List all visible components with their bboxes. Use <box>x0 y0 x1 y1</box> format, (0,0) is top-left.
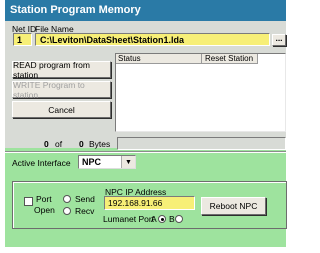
lumanet-port-a-radio[interactable] <box>158 215 166 223</box>
send-label: Send <box>75 194 95 204</box>
recv-label: Recv <box>75 206 95 216</box>
bytes-current: 0 <box>44 139 49 149</box>
chevron-down-icon[interactable]: ▼ <box>121 156 135 168</box>
transfer-progress-bar <box>117 137 286 150</box>
netid-field[interactable]: 1 <box>13 33 32 46</box>
bytes-unit-label: Bytes <box>89 139 111 149</box>
file-path-field[interactable]: C:\Leviton\DataSheet\Station1.lda <box>35 33 270 46</box>
section-divider <box>5 151 286 153</box>
recv-radio[interactable] <box>63 207 71 215</box>
port-open-checkbox[interactable] <box>24 197 33 206</box>
browse-button[interactable]: ... <box>272 33 286 46</box>
active-interface-value: NPC <box>82 157 102 167</box>
lumanet-b-label: B <box>169 214 175 224</box>
lumanet-port-b-radio[interactable] <box>175 215 183 223</box>
reset-station-column-header[interactable]: Reset Station <box>202 54 258 64</box>
write-program-button[interactable]: WRITE Program to station <box>12 80 111 100</box>
bytes-of-label: of <box>55 139 63 149</box>
active-interface-select[interactable]: NPC ▼ <box>78 155 136 169</box>
port-label: Port <box>36 194 52 204</box>
reboot-npc-button[interactable]: Reboot NPC <box>201 197 266 215</box>
lumanet-port-label: Lumanet Port <box>103 214 155 224</box>
status-list[interactable]: Status Reset Station <box>115 53 286 132</box>
read-program-button[interactable]: READ program from station <box>12 60 111 80</box>
lumanet-a-label: A <box>151 214 157 224</box>
active-interface-label: Active Interface <box>12 158 71 168</box>
send-radio[interactable] <box>63 195 71 203</box>
npc-ip-field[interactable]: 192.168.91.66 <box>104 196 195 210</box>
bytes-total: 0 <box>79 139 84 149</box>
open-label: Open <box>34 205 55 215</box>
cancel-button[interactable]: Cancel <box>12 101 111 118</box>
status-column-header[interactable]: Status <box>116 54 202 64</box>
window-title: Station Program Memory <box>5 0 286 21</box>
